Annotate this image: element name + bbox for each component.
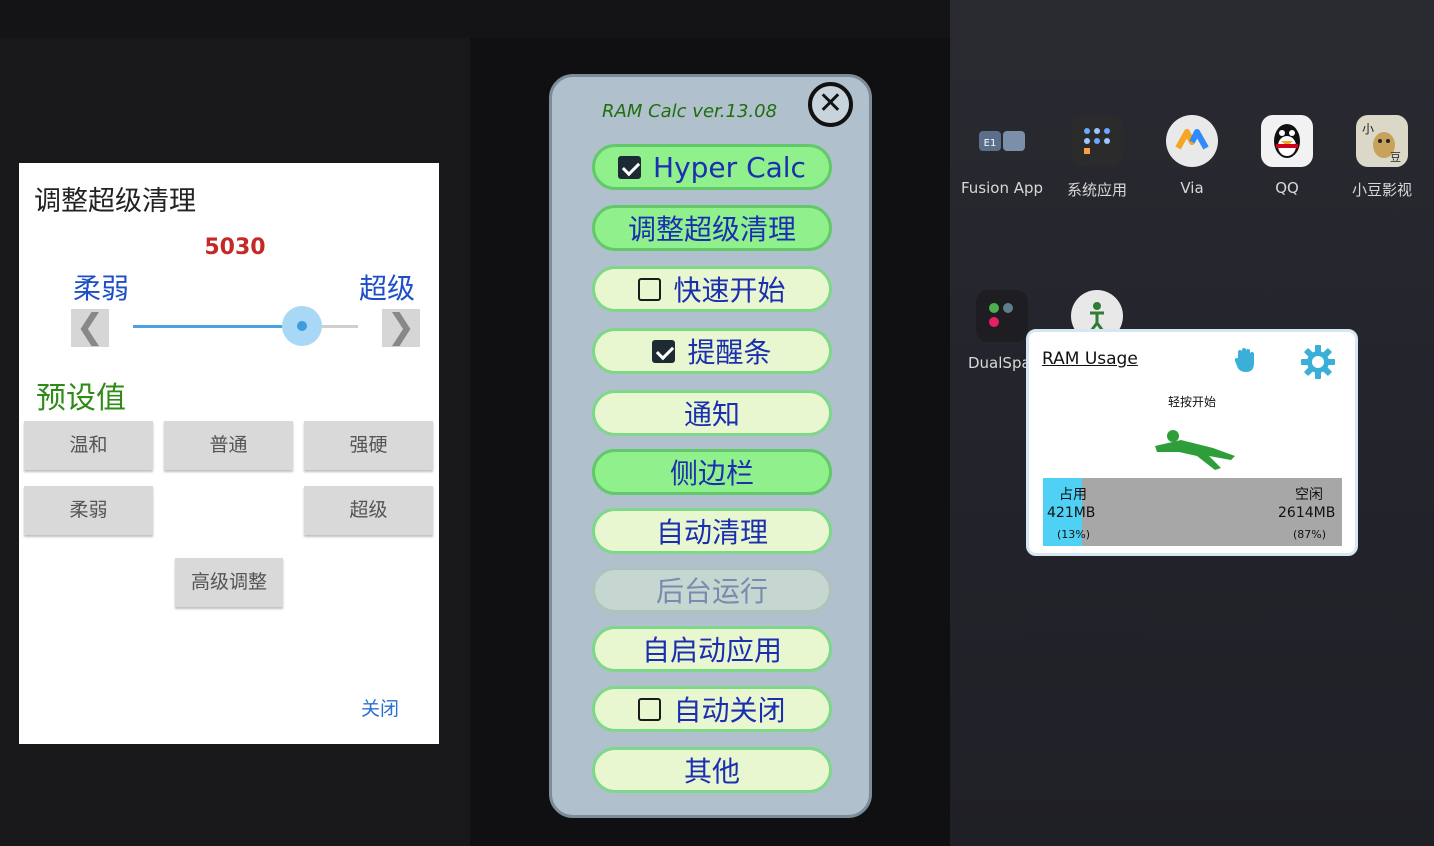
slider-value: 5030 (204, 235, 266, 260)
close-button[interactable]: 关闭 (361, 694, 399, 721)
menu-item-8[interactable]: 自启动应用 (592, 626, 832, 672)
menu-item-label: 自动清理 (655, 516, 768, 549)
fist-icon[interactable] (1231, 346, 1259, 374)
fusion-app-icon: E1 (976, 115, 1028, 167)
menu-item-4[interactable]: 通知 (592, 390, 832, 436)
qq-penguin-icon (1261, 115, 1313, 167)
svg-text:豆: 豆 (1390, 151, 1401, 163)
preset-title: 预设值 (36, 381, 126, 416)
gear-icon[interactable] (1300, 344, 1336, 380)
menu-item-1[interactable]: 调整超级清理 (592, 205, 832, 251)
free-value: 2614MB (1278, 505, 1336, 521)
advanced-settings-button[interactable]: 高级调整 (175, 558, 283, 607)
menu-item-0[interactable]: Hyper Calc (592, 144, 832, 190)
menu-item-2[interactable]: 快速开始 (592, 266, 832, 312)
app-system[interactable]: 系统应用 (1049, 115, 1145, 200)
tap-to-start-label: 轻按开始 (1167, 395, 1216, 409)
tune-super-clean-dialog: 调整超级清理 5030 柔弱 超级 ❮ ❯ 预设值 温和 普通 强硬 柔弱 超级… (19, 163, 439, 744)
menu-item-label: 自启动应用 (641, 634, 782, 667)
slider-fill (133, 325, 302, 328)
menu-item-label: 自动关闭 (673, 694, 786, 727)
app-bean-video[interactable]: 小豆 小豆影视 (1334, 115, 1430, 200)
checkbox-checked[interactable] (652, 339, 676, 363)
ram-usage-bar: 占用 421MB (13%) 空闲 2614MB (87%) (1043, 478, 1342, 546)
bean-video-icon: 小豆 (1356, 115, 1408, 167)
system-apps-icon (1071, 115, 1123, 167)
label-super: 超级 (359, 272, 416, 305)
menu-item-5[interactable]: 侧边栏 (592, 449, 832, 495)
via-browser-icon (1166, 115, 1218, 167)
preset-strong-button[interactable]: 强硬 (304, 421, 433, 470)
increase-button[interactable]: ❯ (382, 309, 420, 347)
strength-slider[interactable] (133, 306, 358, 346)
svg-text:E1: E1 (984, 138, 997, 149)
dualspace-icon (976, 290, 1028, 342)
menu-title: RAM Calc ver.13.08 (602, 101, 778, 122)
menu-item-6[interactable]: 自动清理 (592, 508, 832, 554)
free-label: 空闲 (1295, 487, 1323, 503)
menu-item-9[interactable]: 自动关闭 (592, 686, 832, 732)
running-man-icon[interactable] (1151, 426, 1237, 472)
menu-item-label: 提醒条 (687, 336, 772, 369)
ram-usage-widget[interactable]: RAM Usage 轻按开始 占用 421MB (13%) 空闲 2614MB … (1026, 329, 1358, 556)
menu-item-label: Hyper Calc (653, 150, 806, 184)
preset-gentle-button[interactable]: 温和 (24, 421, 153, 470)
menu-item-label: 快速开始 (673, 274, 786, 307)
app-via[interactable]: Via (1144, 115, 1240, 197)
checkbox-checked[interactable] (618, 155, 642, 179)
menu-item-7: 后台运行 (592, 567, 832, 613)
preset-weak-button[interactable]: 柔弱 (24, 486, 153, 535)
checkbox-unchecked[interactable] (638, 697, 662, 721)
widget-title[interactable]: RAM Usage (1042, 349, 1138, 369)
menu-item-label: 调整超级清理 (627, 213, 796, 246)
menu-item-label: 侧边栏 (669, 457, 754, 490)
app-qq[interactable]: QQ (1239, 115, 1335, 197)
menu-item-3[interactable]: 提醒条 (592, 328, 832, 374)
app-fusion[interactable]: E1 Fusion App (954, 115, 1050, 197)
slider-thumb[interactable] (281, 306, 322, 346)
svg-text:小: 小 (1362, 122, 1374, 136)
used-value: 421MB (1047, 505, 1096, 521)
used-percent: (13%) (1057, 528, 1091, 541)
checkbox-unchecked[interactable] (638, 277, 662, 301)
label-weak: 柔弱 (73, 272, 130, 305)
preset-normal-button[interactable]: 普通 (164, 421, 293, 470)
menu-item-10[interactable]: 其他 (592, 747, 832, 793)
menu-item-label: 其他 (683, 755, 740, 788)
decrease-button[interactable]: ❮ (71, 309, 109, 347)
ram-calc-menu: RAM Calc ver.13.08 ✕ Hyper Calc 调整超级清理快速开… (549, 74, 872, 818)
close-icon[interactable]: ✕ (808, 82, 853, 127)
used-label: 占用 (1059, 487, 1087, 503)
dialog-title: 调整超级清理 (34, 186, 196, 217)
free-percent: (87%) (1293, 528, 1327, 541)
preset-super-button[interactable]: 超级 (304, 486, 433, 535)
menu-item-label: 后台运行 (655, 575, 768, 608)
menu-item-label: 通知 (683, 398, 740, 431)
